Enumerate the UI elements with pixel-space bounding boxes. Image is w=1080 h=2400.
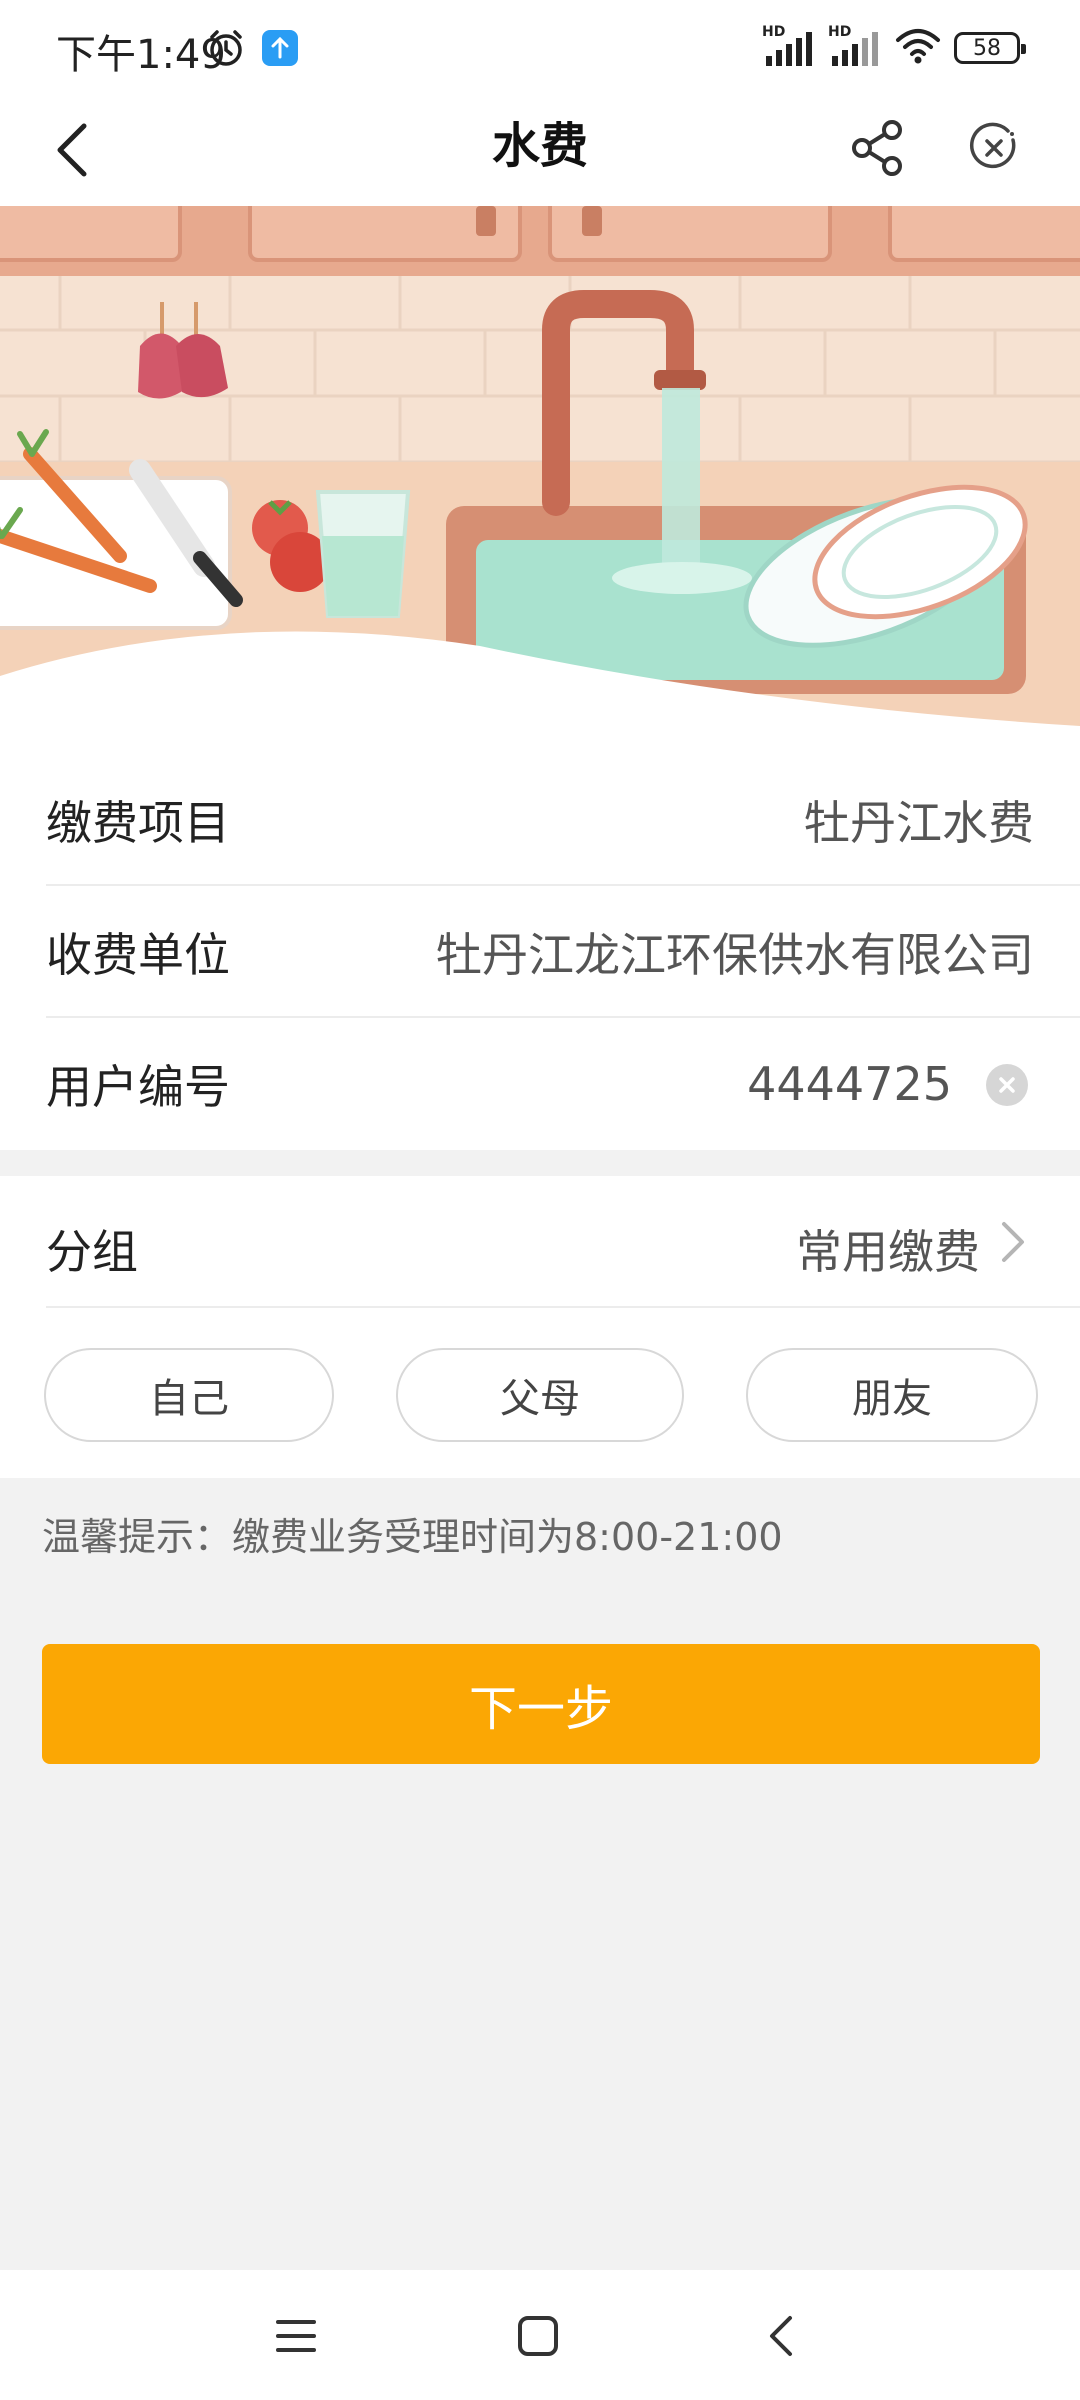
payment-item-row: 缴费项目 牡丹江水费 — [0, 754, 1080, 886]
close-button[interactable] — [958, 112, 1030, 184]
home-icon[interactable] — [512, 2310, 564, 2362]
menu-icon[interactable] — [270, 2310, 322, 2362]
nav-back-icon[interactable] — [758, 2310, 810, 2362]
service-hours-tip: 温馨提示：缴费业务受理时间为8:00-21:00 — [42, 1515, 783, 1559]
group-select-row[interactable]: 分组 常用缴费 — [0, 1176, 1080, 1308]
share-button[interactable] — [842, 112, 914, 184]
status-time: 下午1:49 — [56, 32, 226, 78]
kitchen-banner-image — [0, 206, 1080, 754]
wifi-icon — [894, 26, 942, 70]
signal-icon-2: HD — [828, 24, 882, 68]
payee-unit-value: 牡丹江龙江环保供水有限公司 — [436, 928, 1034, 982]
clear-input-button[interactable] — [986, 1064, 1028, 1106]
group-label: 分组 — [46, 1225, 138, 1279]
network-hd-label: HD — [762, 24, 786, 40]
system-nav-bar — [0, 2270, 1080, 2400]
back-button[interactable] — [36, 114, 108, 186]
payment-form: 缴费项目 牡丹江水费 收费单位 牡丹江龙江环保供水有限公司 用户编号 44447… — [0, 754, 1080, 1150]
battery-icon: 58 — [954, 32, 1026, 64]
alarm-icon — [206, 28, 246, 72]
user-id-input[interactable]: 4444725 — [747, 1057, 952, 1111]
chip-self[interactable]: 自己 — [44, 1348, 334, 1442]
chip-friends[interactable]: 朋友 — [746, 1348, 1038, 1442]
close-circle-icon — [969, 122, 1016, 169]
share-icon — [852, 120, 902, 176]
app-notification-icon — [262, 30, 298, 66]
signal-icon: HD — [762, 24, 816, 68]
clear-icon — [999, 1077, 1015, 1093]
user-id-row: 用户编号 4444725 — [0, 1018, 1080, 1150]
group-chips: 自己 父母 朋友 — [0, 1348, 1080, 1444]
user-id-label: 用户编号 — [46, 1060, 230, 1114]
network-hd-label-2: HD — [828, 24, 852, 40]
payment-item-label: 缴费项目 — [46, 796, 230, 850]
group-value: 常用缴费 — [796, 1225, 980, 1279]
divider — [46, 1306, 1080, 1308]
next-step-button[interactable]: 下一步 — [42, 1644, 1040, 1764]
payment-item-value: 牡丹江水费 — [804, 796, 1034, 850]
group-section: 分组 常用缴费 自己 父母 朋友 — [0, 1176, 1080, 1478]
back-arrow-icon — [57, 123, 87, 177]
title-bar: 水费 — [0, 96, 1080, 206]
page-title: 水费 — [491, 118, 588, 174]
payee-unit-row: 收费单位 牡丹江龙江环保供水有限公司 — [0, 886, 1080, 1018]
chevron-right-icon — [1002, 1222, 1024, 1262]
status-bar: 下午1:49 HD HD 58 — [0, 0, 1080, 96]
chip-parents[interactable]: 父母 — [396, 1348, 684, 1442]
payee-unit-label: 收费单位 — [46, 928, 230, 982]
